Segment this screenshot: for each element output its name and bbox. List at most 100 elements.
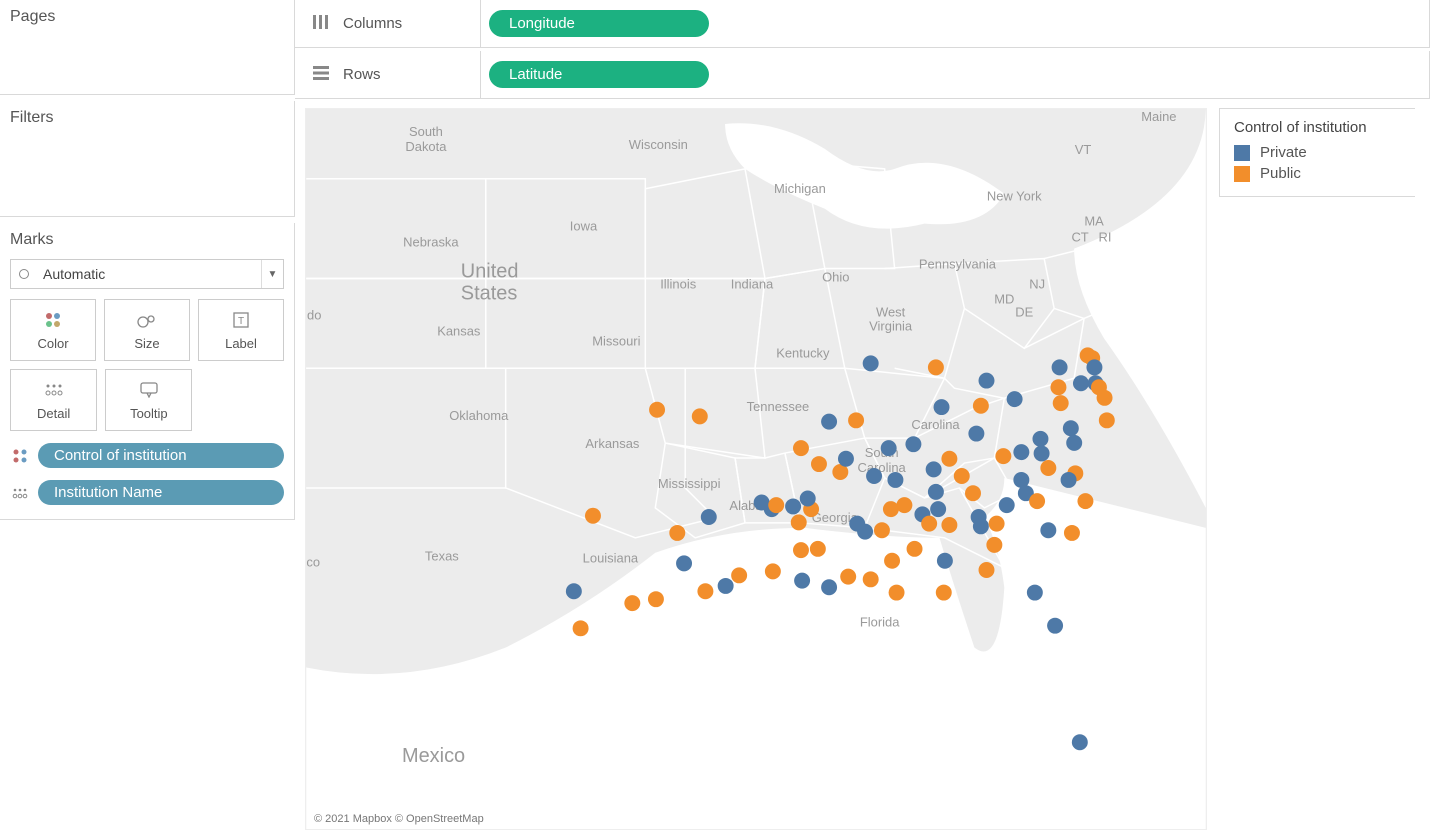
data-point[interactable] (928, 484, 944, 500)
data-point[interactable] (881, 440, 897, 456)
data-point[interactable] (965, 485, 981, 501)
data-point[interactable] (1086, 359, 1102, 375)
data-point[interactable] (979, 562, 995, 578)
marks-tooltip-button[interactable]: Tooltip (105, 369, 192, 431)
map-view[interactable]: SouthDakota Wisconsin Michigan New York … (305, 108, 1207, 830)
data-point[interactable] (1077, 493, 1093, 509)
data-point[interactable] (968, 426, 984, 442)
data-point[interactable] (848, 412, 864, 428)
data-point[interactable] (1040, 460, 1056, 476)
marks-detail-button[interactable]: Detail (10, 369, 97, 431)
data-point[interactable] (928, 359, 944, 375)
size-icon (136, 310, 158, 330)
data-point[interactable] (648, 591, 664, 607)
marks-color-button[interactable]: Color (10, 299, 96, 361)
data-point[interactable] (1063, 420, 1079, 436)
data-point[interactable] (989, 516, 1005, 532)
data-point[interactable] (810, 541, 826, 557)
data-point[interactable] (1050, 379, 1066, 395)
data-point[interactable] (887, 472, 903, 488)
data-point[interactable] (1072, 734, 1088, 750)
data-point[interactable] (566, 583, 582, 599)
columns-pill[interactable]: Longitude (489, 10, 709, 37)
data-point[interactable] (1053, 395, 1069, 411)
data-point[interactable] (793, 440, 809, 456)
data-point[interactable] (697, 583, 713, 599)
data-point[interactable] (794, 573, 810, 589)
data-point[interactable] (840, 569, 856, 585)
marks-label-button[interactable]: T Label (198, 299, 284, 361)
data-point[interactable] (838, 451, 854, 467)
data-point[interactable] (941, 451, 957, 467)
data-point[interactable] (889, 585, 905, 601)
data-point[interactable] (676, 555, 692, 571)
data-point[interactable] (934, 399, 950, 415)
data-point[interactable] (1007, 391, 1023, 407)
data-point[interactable] (1066, 435, 1082, 451)
data-point[interactable] (905, 436, 921, 452)
data-point[interactable] (1027, 585, 1043, 601)
data-point[interactable] (573, 620, 589, 636)
data-point[interactable] (907, 541, 923, 557)
data-point[interactable] (1040, 522, 1056, 538)
data-point[interactable] (1097, 390, 1113, 406)
data-point[interactable] (718, 578, 734, 594)
data-point[interactable] (1013, 444, 1029, 460)
data-point[interactable] (1064, 525, 1080, 541)
data-point[interactable] (1032, 431, 1048, 447)
rows-shelf[interactable]: Rows Latitude (295, 51, 1430, 99)
data-point[interactable] (930, 501, 946, 517)
data-point[interactable] (701, 509, 717, 525)
data-point[interactable] (1052, 359, 1068, 375)
data-point[interactable] (793, 542, 809, 558)
data-point[interactable] (624, 595, 640, 611)
data-point[interactable] (973, 518, 989, 534)
data-point[interactable] (863, 355, 879, 371)
legend-item-public[interactable]: Public (1234, 165, 1401, 182)
data-point[interactable] (1034, 445, 1050, 461)
data-point[interactable] (973, 398, 989, 414)
data-point[interactable] (791, 514, 807, 530)
data-point[interactable] (866, 468, 882, 484)
columns-shelf[interactable]: Columns Longitude (295, 0, 1430, 48)
data-point[interactable] (731, 567, 747, 583)
data-point[interactable] (921, 516, 937, 532)
marks-size-button[interactable]: Size (104, 299, 190, 361)
data-point[interactable] (1061, 472, 1077, 488)
data-point[interactable] (896, 497, 912, 513)
marks-color-pill[interactable]: Control of institution (38, 443, 284, 468)
data-point[interactable] (937, 553, 953, 569)
data-point[interactable] (649, 402, 665, 418)
data-point[interactable] (986, 537, 1002, 553)
data-point[interactable] (926, 461, 942, 477)
data-point[interactable] (979, 373, 995, 389)
data-point[interactable] (874, 522, 890, 538)
data-point[interactable] (1073, 375, 1089, 391)
data-point[interactable] (941, 517, 957, 533)
legend-item-private[interactable]: Private (1234, 144, 1401, 161)
data-point[interactable] (849, 516, 865, 532)
data-point[interactable] (765, 563, 781, 579)
marks-type-dropdown[interactable]: Automatic ▼ (10, 259, 284, 289)
data-point[interactable] (768, 497, 784, 513)
data-point[interactable] (863, 571, 879, 587)
data-point[interactable] (821, 414, 837, 430)
data-point[interactable] (1099, 412, 1115, 428)
data-point[interactable] (936, 585, 952, 601)
data-point[interactable] (785, 498, 801, 514)
data-point[interactable] (884, 553, 900, 569)
rows-pill[interactable]: Latitude (489, 61, 709, 88)
data-point[interactable] (692, 408, 708, 424)
data-point[interactable] (999, 497, 1015, 513)
data-point[interactable] (585, 508, 601, 524)
data-point[interactable] (995, 448, 1011, 464)
data-point[interactable] (669, 525, 685, 541)
data-point[interactable] (800, 491, 816, 507)
data-point[interactable] (883, 501, 899, 517)
data-point[interactable] (821, 579, 837, 595)
data-point[interactable] (1047, 618, 1063, 634)
data-point[interactable] (954, 468, 970, 484)
data-point[interactable] (811, 456, 827, 472)
data-point[interactable] (1029, 493, 1045, 509)
marks-detail-pill[interactable]: Institution Name (38, 480, 284, 505)
